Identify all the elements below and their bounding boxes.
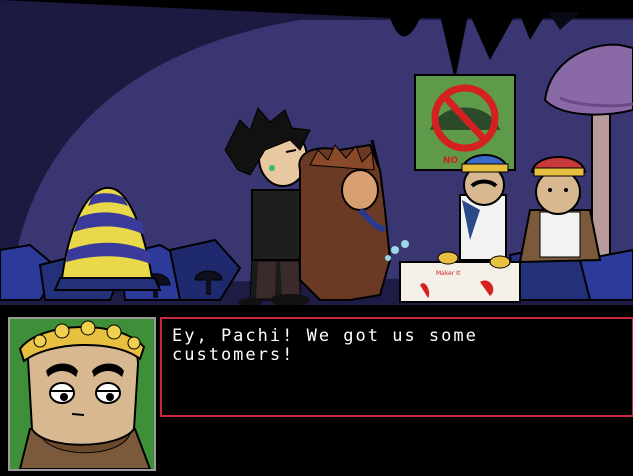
sign-text: NO [443, 156, 459, 166]
scene-art: NO Maker It [0, 0, 633, 305]
dialog-text: Ey, Pachi! We got us some customers! [172, 326, 478, 365]
no-sign-poster: NO [414, 74, 516, 171]
portrait-art [10, 319, 154, 469]
speaker-portrait [8, 317, 156, 471]
dialog-text-box[interactable]: Ey, Pachi! We got us some customers! [160, 317, 633, 417]
game-screen: NO Maker It Ey, Pachi! We got us some cu… [0, 0, 633, 476]
dialog-panel: Ey, Pachi! We got us some customers! [0, 305, 633, 476]
character-brown-mane [298, 139, 392, 301]
tablecloth-text: Maker It [436, 270, 461, 277]
cave-scene: NO Maker It [0, 0, 633, 305]
